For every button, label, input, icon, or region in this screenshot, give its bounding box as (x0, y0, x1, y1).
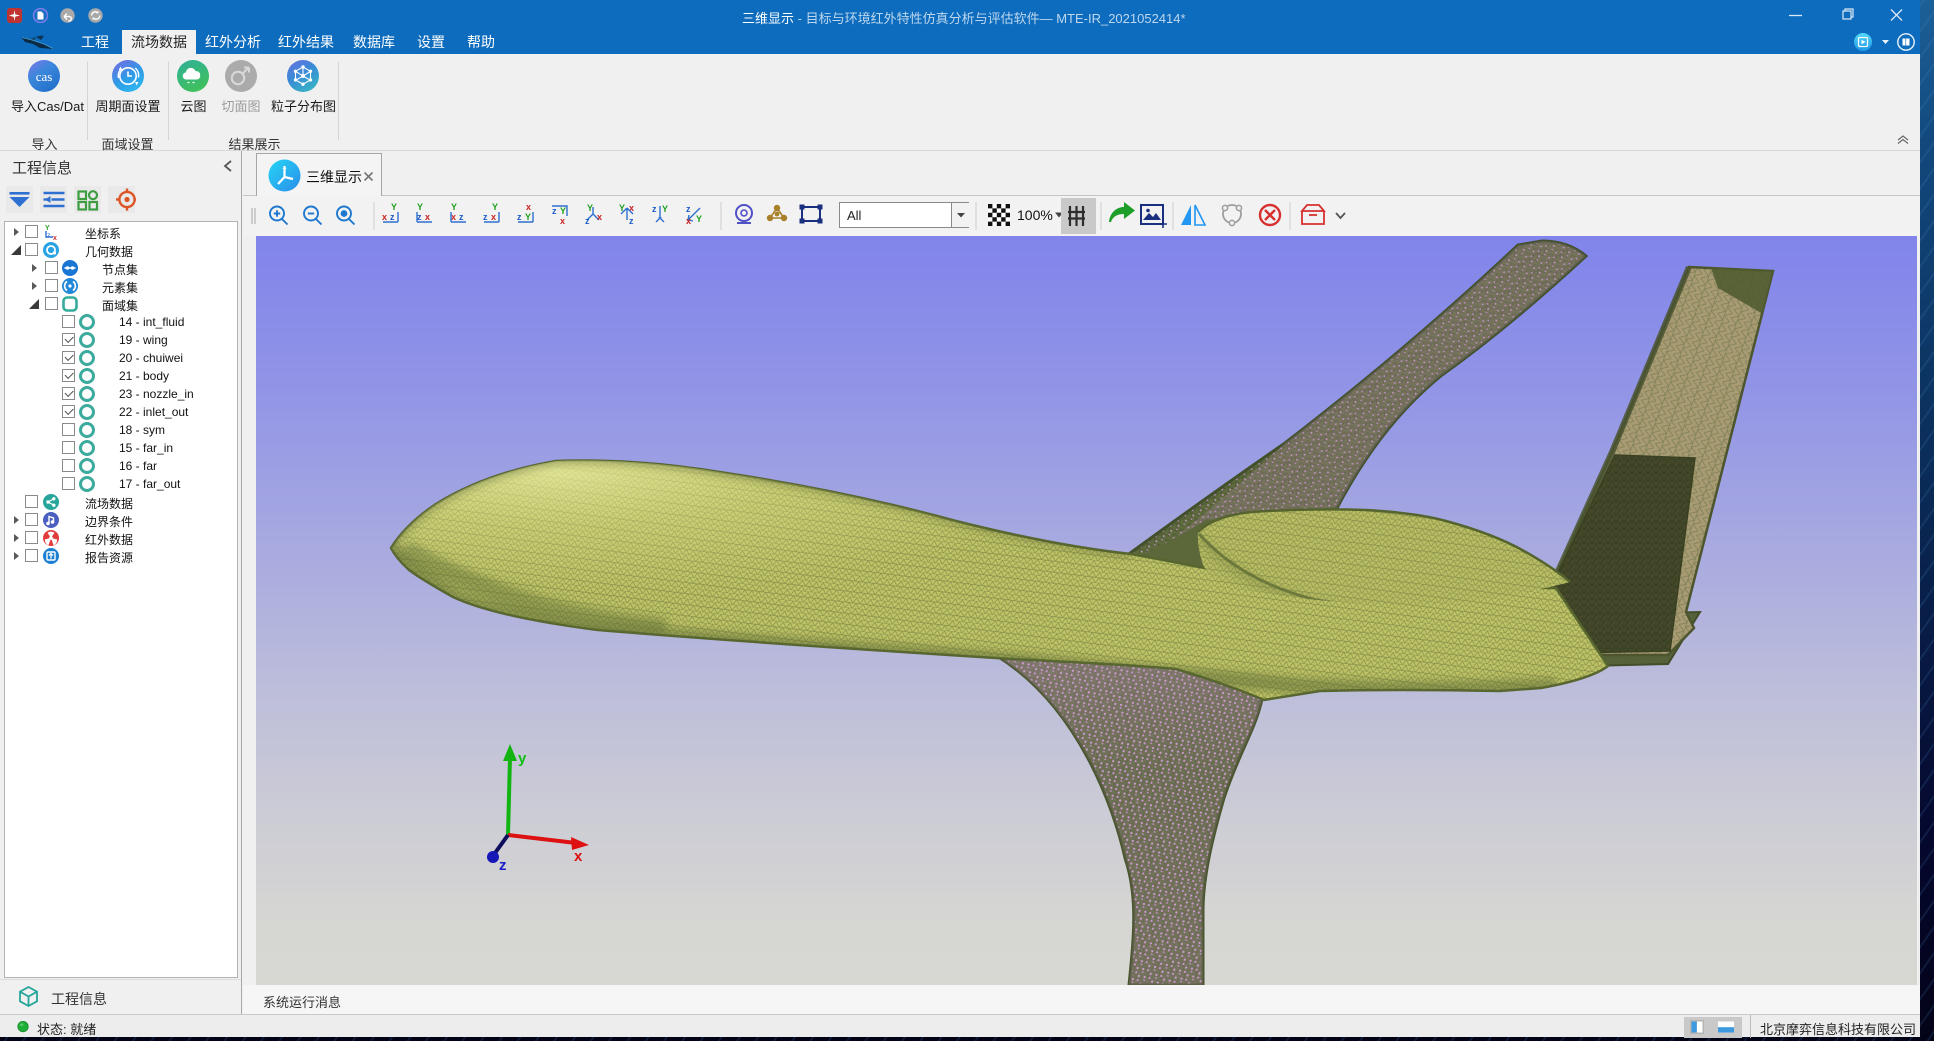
svg-text:Y: Y (587, 203, 593, 213)
svg-text:100%: 100% (1017, 207, 1053, 223)
svg-text:Y: Y (451, 202, 457, 212)
svg-text:Y: Y (696, 214, 702, 224)
svg-text:z: z (629, 216, 634, 226)
svg-text:z: z (686, 204, 691, 214)
svg-text:z: z (459, 212, 464, 222)
svg-text:x: x (491, 212, 496, 222)
svg-text:Y: Y (492, 202, 498, 212)
svg-text:x: x (425, 212, 430, 222)
svg-text:Y: Y (45, 225, 50, 232)
svg-text:Y: Y (417, 202, 423, 212)
svg-text:z: z (483, 212, 488, 222)
svg-text:x: x (597, 212, 602, 222)
svg-text:z: z (517, 212, 522, 222)
svg-text:z: z (417, 212, 422, 222)
svg-text:x: x (574, 848, 583, 865)
svg-text:z: z (585, 216, 590, 226)
svg-text:x: x (451, 212, 456, 222)
svg-text:x: x (382, 212, 387, 222)
svg-text:x: x (686, 216, 691, 226)
svg-text:Y: Y (662, 204, 668, 214)
svg-text:z: z (499, 857, 507, 874)
svg-text:Y: Y (391, 202, 397, 212)
svg-text:x: x (560, 216, 565, 226)
svg-text:z: z (552, 206, 557, 216)
svg-text:z: z (652, 204, 657, 214)
svg-text:z: z (390, 212, 395, 222)
svg-text:Y: Y (560, 206, 566, 216)
svg-text:y: y (518, 750, 527, 767)
svg-text:z: z (47, 233, 51, 240)
svg-text:x: x (526, 202, 531, 212)
svg-text:cas: cas (36, 69, 53, 84)
svg-text:Y: Y (525, 212, 531, 222)
